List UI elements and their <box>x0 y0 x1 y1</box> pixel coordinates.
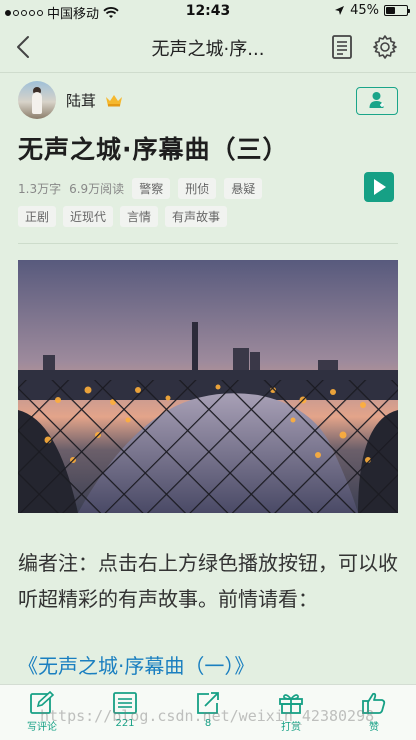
crown-icon <box>106 95 123 107</box>
battery-icon <box>384 5 410 16</box>
list-icon <box>113 692 137 714</box>
story-title: 无声之城·序幕曲（三） <box>18 135 289 164</box>
avatar[interactable] <box>18 81 56 119</box>
write-comment-label: 写评论 <box>27 722 57 733</box>
tag[interactable]: 近现代 <box>63 206 114 227</box>
comments-button[interactable]: 221 <box>95 691 155 729</box>
cover-photo-image <box>18 260 398 513</box>
tag[interactable]: 正剧 <box>18 206 57 227</box>
previous-chapter-link[interactable]: 《无声之城·序幕曲（一）》 <box>18 650 254 679</box>
share-count: 8 <box>204 718 212 729</box>
thumbs-up-icon <box>362 692 386 714</box>
tag[interactable]: 警察 <box>132 178 171 199</box>
word-count: 1.3万字 <box>18 182 62 196</box>
follow-author-button[interactable] <box>356 87 398 115</box>
nav-title: 无声之城·序... <box>151 39 265 60</box>
gear-icon[interactable] <box>372 34 398 60</box>
read-count: 6.9万阅读 <box>69 182 125 196</box>
tag[interactable]: 刑侦 <box>178 178 217 199</box>
share-icon <box>197 692 219 714</box>
edit-icon <box>30 691 55 714</box>
battery-percent: 45% <box>350 3 379 18</box>
write-comment-button[interactable]: 写评论 <box>12 691 72 733</box>
like-button[interactable]: 赞 <box>344 691 404 733</box>
nav-bar: 无声之城·序... <box>0 22 416 73</box>
author-name[interactable]: 陆茸 <box>66 90 96 111</box>
battery-level <box>386 7 395 14</box>
add-user-icon <box>369 92 384 108</box>
share-button[interactable]: 8 <box>178 691 238 729</box>
tip-label: 打赏 <box>281 722 301 733</box>
divider <box>18 243 398 244</box>
cover-photo <box>18 260 398 513</box>
story-tags: 正剧 近现代 言情 有声故事 <box>18 206 234 227</box>
bottom-action-bar: 写评论 221 8 打赏 赞 <box>0 684 416 740</box>
status-right: 45% <box>334 3 410 18</box>
author-row: 陆茸 <box>18 81 124 119</box>
tag[interactable]: 有声故事 <box>165 206 228 227</box>
editor-note: 编者注：点击右上方绿色播放按钮，可以收听超精彩的有声故事。前情请看： <box>18 551 398 611</box>
play-icon <box>374 179 386 195</box>
story-stats: 1.3万字 6.9万阅读 警察 刑侦 悬疑 <box>18 178 270 199</box>
status-bar: 中国移动 12:43 45% <box>0 0 416 22</box>
tip-button[interactable]: 打赏 <box>261 691 321 733</box>
back-icon[interactable] <box>12 34 36 60</box>
like-label: 赞 <box>369 722 379 733</box>
gift-icon <box>279 694 303 714</box>
document-icon[interactable] <box>330 34 354 60</box>
comment-count: 221 <box>115 718 135 729</box>
play-audio-button[interactable] <box>364 172 394 202</box>
tag[interactable]: 言情 <box>120 206 159 227</box>
location-arrow-icon <box>335 6 345 15</box>
tag[interactable]: 悬疑 <box>224 178 263 199</box>
